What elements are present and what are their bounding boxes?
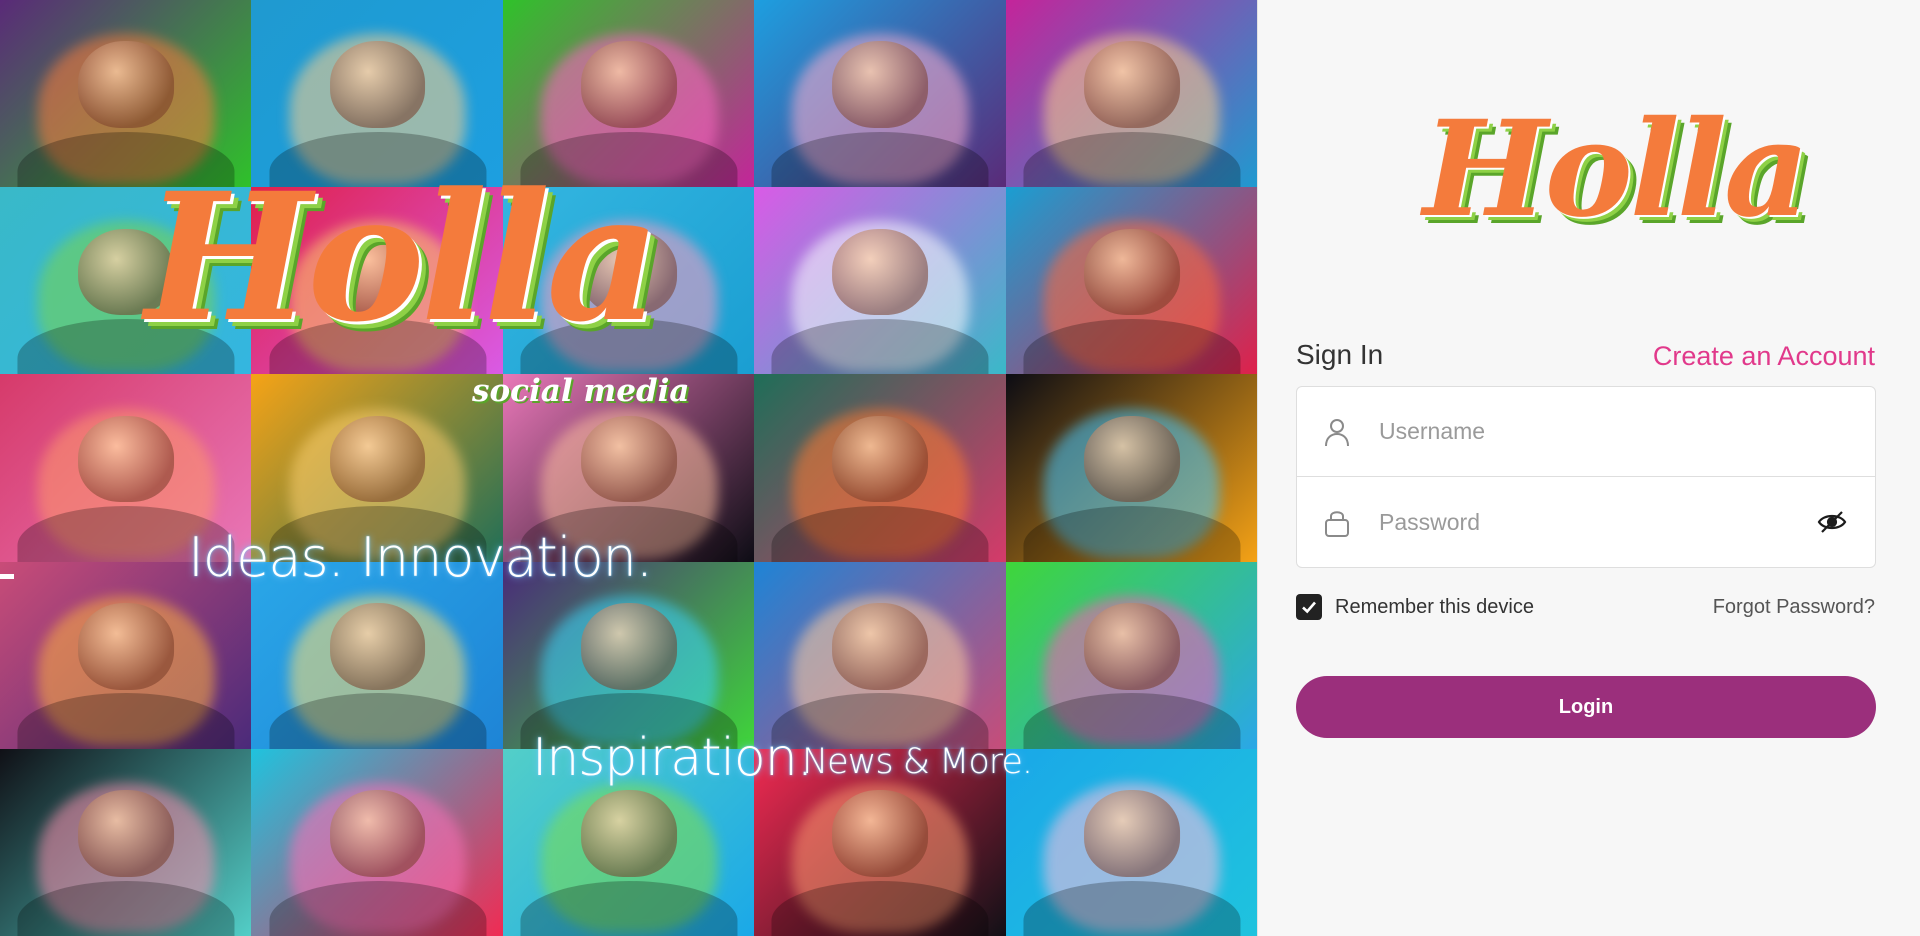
collage-photo xyxy=(251,561,504,750)
sign-in-title: Sign In xyxy=(1296,339,1384,370)
username-input[interactable] xyxy=(1379,387,1819,476)
brand-logo-text: Holla xyxy=(1423,92,1810,247)
collage-photo xyxy=(251,748,504,936)
collage-photo xyxy=(754,187,1007,376)
hero-tagline-ideas: Ideas. Innovation. xyxy=(188,526,653,589)
hero-collage: Holla social media Ideas. Innovation. In… xyxy=(0,0,1257,936)
checkmark-icon xyxy=(1302,601,1316,614)
hero-marker xyxy=(0,574,14,579)
collage-photo xyxy=(502,561,756,750)
login-button[interactable]: Login xyxy=(1296,676,1876,738)
brand-logo: Holla xyxy=(1423,104,1810,294)
credentials-box xyxy=(1296,386,1876,568)
create-account-link[interactable]: Create an Account xyxy=(1653,341,1875,372)
collage-photo xyxy=(1005,374,1257,563)
collage-photo xyxy=(0,748,253,936)
eye-slash-icon[interactable] xyxy=(1817,510,1847,534)
collage-photo xyxy=(1005,0,1257,189)
hero-tagline-news: News & More. xyxy=(802,742,1033,782)
collage-photo xyxy=(754,561,1007,750)
user-icon xyxy=(1325,418,1349,446)
password-field xyxy=(1297,477,1875,567)
collage-photo xyxy=(0,561,253,750)
collage-photo xyxy=(1005,187,1257,376)
hero-logo-text: Holla xyxy=(145,154,660,361)
remember-label: Remember this device xyxy=(1335,595,1534,618)
lock-icon xyxy=(1325,511,1349,537)
login-page: Holla social media Ideas. Innovation. In… xyxy=(0,0,1920,936)
remember-checkbox[interactable] xyxy=(1296,594,1322,620)
sign-in-panel: Holla Sign In Create an Account Username… xyxy=(1257,0,1920,936)
hero-logo-subtext: social media xyxy=(472,373,690,409)
collage-photo xyxy=(1005,561,1257,750)
password-input[interactable] xyxy=(1379,477,1819,567)
collage-photo xyxy=(754,374,1007,563)
remember-device: Remember this device xyxy=(1296,594,1534,620)
collage-photo xyxy=(754,0,1007,189)
collage-photo xyxy=(1005,748,1257,936)
username-field xyxy=(1297,387,1875,477)
hero-tagline-inspiration: Inspiration. xyxy=(532,728,813,788)
forgot-password-link[interactable]: Forgot Password? xyxy=(1713,596,1875,619)
